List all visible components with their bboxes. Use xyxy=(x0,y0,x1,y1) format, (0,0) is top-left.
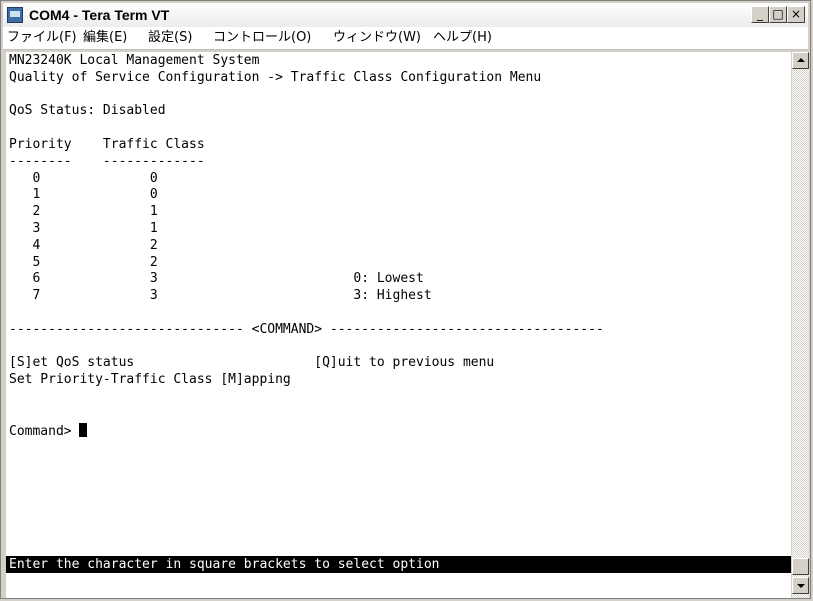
vertical-scrollbar[interactable] xyxy=(792,52,809,598)
menu-control[interactable]: コントロール(O) xyxy=(213,30,311,46)
scroll-down-button[interactable] xyxy=(792,577,809,594)
terminal-line: ------------------------------ <COMMAND>… xyxy=(9,321,604,337)
terminal-line: 5 2 xyxy=(9,254,158,270)
window-title: COM4 - Tera Term VT xyxy=(29,7,170,23)
terminal-line: 2 1 xyxy=(9,204,158,220)
status-line: Enter the character in square brackets t… xyxy=(6,556,791,573)
text-cursor xyxy=(79,422,88,437)
scroll-up-button[interactable] xyxy=(792,52,809,69)
terminal-line: 1 0 xyxy=(9,187,158,203)
terminal-line: 6 3 0: Lowest xyxy=(9,271,424,287)
app-icon[interactable] xyxy=(7,7,23,23)
arrow-down-icon xyxy=(797,584,805,588)
terminal-line: 4 2 xyxy=(9,237,158,253)
terminal-line: 0 0 xyxy=(9,170,158,186)
terminal-line: [S]et QoS status [Q]uit to previous menu xyxy=(9,355,495,371)
terminal-line: Set Priority-Traffic Class [M]apping xyxy=(9,372,291,388)
command-line[interactable]: Command> xyxy=(9,422,604,440)
menu-file[interactable]: ファイル(F) xyxy=(7,30,77,46)
menu-edit[interactable]: 編集(E) xyxy=(83,30,127,46)
title-bar[interactable]: COM4 - Tera Term VT _ □ × xyxy=(3,3,808,28)
menu-settings[interactable]: 設定(S) xyxy=(148,30,192,46)
terminal-line: Quality of Service Configuration -> Traf… xyxy=(9,69,542,85)
close-button[interactable]: × xyxy=(787,6,805,23)
maximize-button[interactable]: □ xyxy=(769,6,787,23)
menu-bar: ファイル(F) 編集(E) 設定(S) コントロール(O) ウィンドウ(W) ヘ… xyxy=(3,27,808,50)
terminal-line: 3 1 xyxy=(9,220,158,236)
command-prompt: Command> xyxy=(9,423,80,439)
menu-window[interactable]: ウィンドウ(W) xyxy=(333,30,421,46)
terminal-window: COM4 - Tera Term VT _ □ × ファイル(F) 編集(E) … xyxy=(0,0,811,599)
terminal-line: Priority Traffic Class xyxy=(9,136,205,152)
scroll-thumb[interactable] xyxy=(792,558,809,575)
terminal-line: MN23240K Local Management System xyxy=(9,53,260,68)
terminal-text: MN23240K Local Management System Quality … xyxy=(9,53,604,439)
terminal-line: 7 3 3: Highest xyxy=(9,288,432,304)
minimize-button[interactable]: _ xyxy=(751,6,769,23)
terminal-screen[interactable]: MN23240K Local Management System Quality … xyxy=(6,52,791,598)
terminal-line: -------- ------------- xyxy=(9,153,205,169)
menu-help[interactable]: ヘルプ(H) xyxy=(433,30,492,46)
arrow-up-icon xyxy=(797,58,805,62)
terminal-line: QoS Status: Disabled xyxy=(9,103,166,119)
